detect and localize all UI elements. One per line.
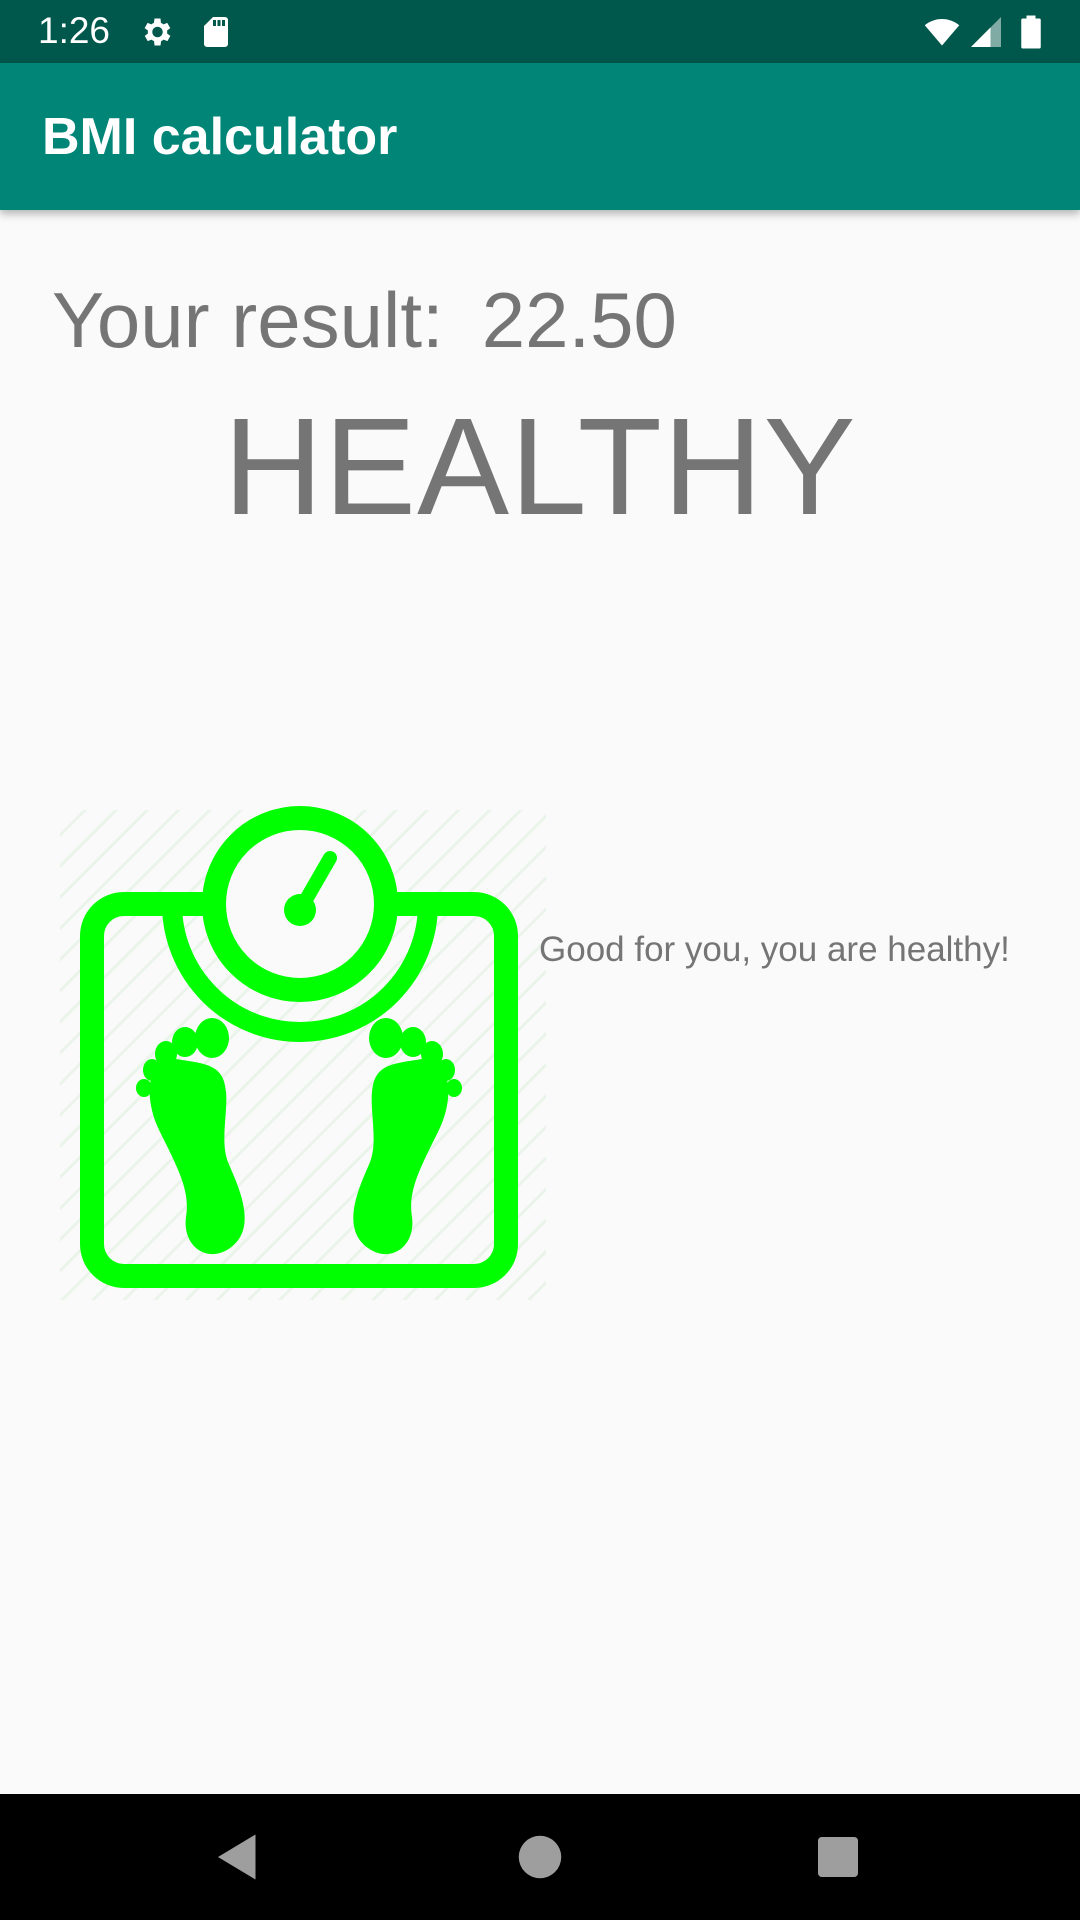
recents-icon[interactable] [808,1827,868,1887]
sd-card-icon [204,17,228,47]
signal-icon [971,17,1001,47]
app-title: BMI calculator [42,108,398,166]
result-value: 22.50 [481,276,677,364]
bmi-category: HEALTHY [223,390,857,544]
result-label: Your result: [52,276,444,364]
settings-icon [144,18,171,46]
bathroom-scale-icon [60,802,546,1302]
app-bar: BMI calculator [0,63,1080,210]
result-message: Good for you, you are healthy! [539,930,1010,969]
result-row: Your result: 22.50 [52,272,677,368]
battery-icon [1021,15,1041,49]
back-icon[interactable] [208,1827,268,1887]
home-icon[interactable] [510,1827,570,1887]
wifi-icon [924,18,960,46]
status-bar: 1:26 [0,0,1080,63]
navigation-bar [0,1794,1080,1920]
status-time: 1:26 [38,10,111,51]
